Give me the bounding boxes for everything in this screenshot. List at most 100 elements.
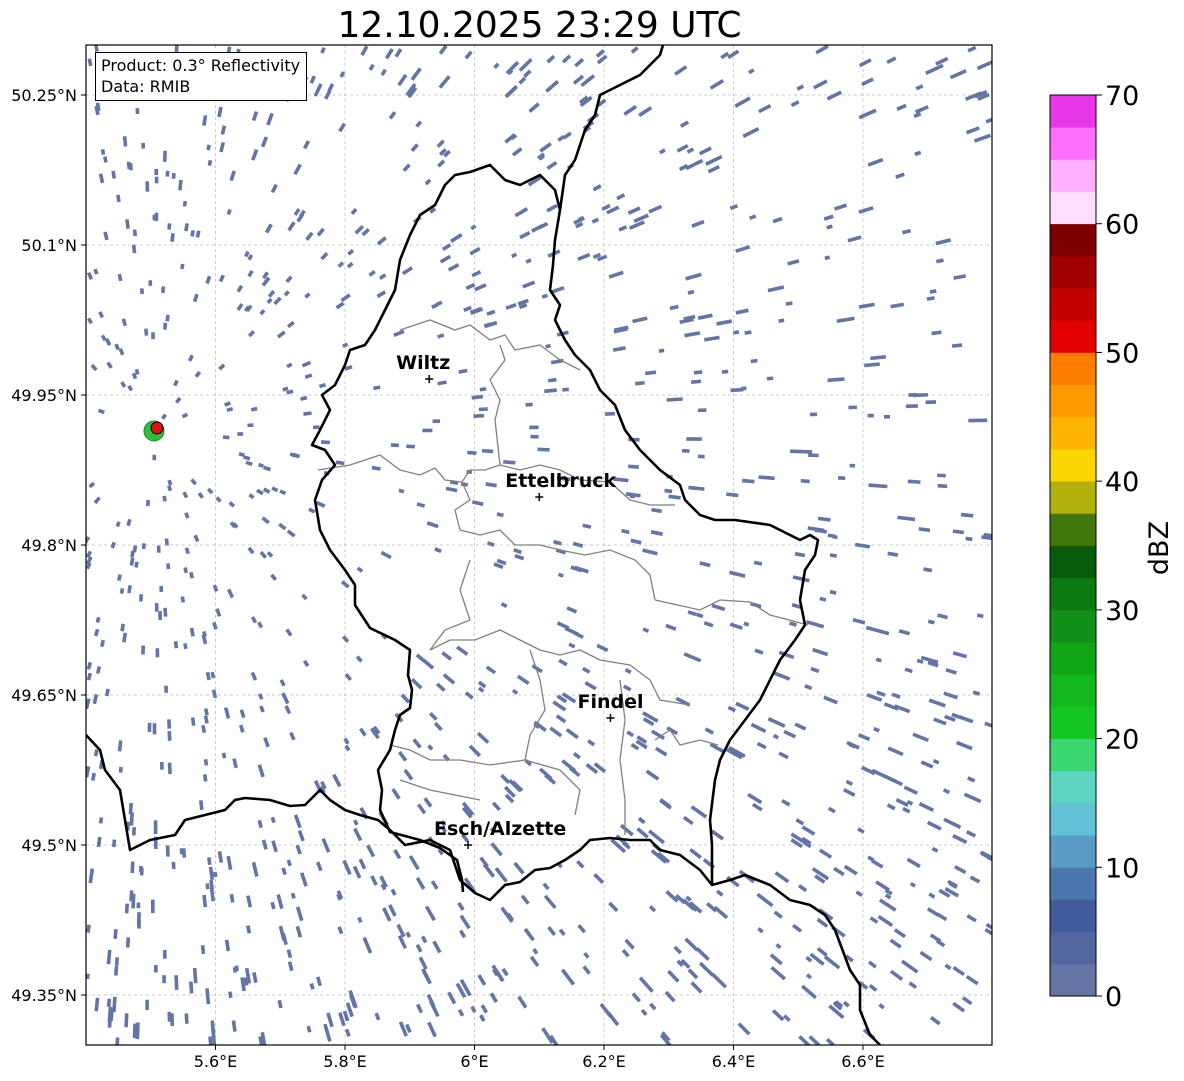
echo-cell bbox=[543, 894, 557, 909]
echo-cell bbox=[669, 304, 679, 311]
echo-cell bbox=[890, 302, 905, 309]
colorbar-segment bbox=[1050, 352, 1096, 386]
echo-cell bbox=[525, 402, 533, 407]
echo-cell bbox=[439, 254, 452, 264]
echo-cell bbox=[826, 90, 843, 101]
echo-cell bbox=[858, 108, 877, 120]
echo-cell bbox=[638, 106, 653, 118]
echo-cell bbox=[162, 322, 168, 330]
echo-cell bbox=[561, 54, 572, 64]
echo-cell bbox=[642, 627, 650, 633]
echo-cell bbox=[210, 671, 216, 679]
echo-cell bbox=[852, 617, 866, 625]
echo-cell bbox=[818, 848, 833, 859]
echo-cell bbox=[208, 866, 215, 880]
echo-cell bbox=[95, 666, 102, 674]
echo-cell bbox=[442, 673, 456, 685]
echo-cell bbox=[705, 154, 723, 166]
colorbar-tick-label: 40 bbox=[1105, 467, 1139, 498]
echo-cell bbox=[898, 629, 911, 636]
echo-cell bbox=[699, 561, 711, 568]
echo-cell bbox=[219, 141, 226, 153]
echo-cell bbox=[470, 307, 484, 315]
city-plus-icon bbox=[535, 493, 544, 501]
echo-cell bbox=[432, 419, 441, 424]
echo-cell bbox=[125, 219, 130, 229]
echo-cell bbox=[896, 103, 907, 111]
echo-cell bbox=[876, 690, 886, 697]
echo-cell bbox=[263, 465, 271, 472]
echo-cell bbox=[355, 655, 363, 663]
echo-cell bbox=[842, 1000, 850, 1008]
echo-cell bbox=[297, 830, 305, 842]
echo-cell bbox=[320, 46, 326, 54]
echo-cell bbox=[568, 642, 576, 649]
echo-cell bbox=[267, 290, 276, 298]
echo-cell bbox=[769, 953, 783, 966]
echo-cell bbox=[182, 200, 188, 207]
echo-cell bbox=[368, 63, 375, 71]
echo-cell bbox=[376, 236, 387, 246]
echo-cell bbox=[190, 717, 196, 726]
echo-cell bbox=[228, 991, 233, 999]
echo-cell bbox=[747, 68, 755, 75]
city-label: Findel bbox=[577, 691, 643, 713]
echo-cell bbox=[695, 612, 704, 619]
echo-cell bbox=[287, 961, 294, 972]
echo-cell bbox=[478, 407, 488, 412]
data-source-text: Data: RMIB bbox=[101, 77, 191, 96]
colorbar-segment bbox=[1050, 95, 1096, 128]
echo-cell bbox=[476, 731, 490, 744]
echo-cell bbox=[135, 108, 140, 115]
echo-cell bbox=[679, 120, 690, 128]
echo-cell bbox=[847, 235, 862, 243]
echo-cell bbox=[426, 521, 439, 529]
echo-cell bbox=[771, 1009, 785, 1022]
echo-cell bbox=[127, 385, 134, 392]
echo-cell bbox=[858, 58, 872, 68]
echo-cell bbox=[247, 423, 254, 428]
echo-cell bbox=[93, 496, 101, 505]
echo-cell bbox=[555, 714, 567, 724]
echo-cell bbox=[528, 102, 540, 113]
echo-cell bbox=[687, 610, 697, 617]
echo-cell bbox=[98, 817, 104, 824]
echo-cell bbox=[774, 871, 790, 884]
echo-cell bbox=[144, 328, 149, 336]
echo-cell bbox=[868, 983, 878, 992]
echo-cell bbox=[966, 914, 977, 923]
colorbar-segment bbox=[1050, 963, 1096, 997]
echo-cell bbox=[134, 561, 139, 568]
echo-cell bbox=[250, 616, 258, 624]
echo-cell bbox=[778, 751, 789, 760]
echo-cell bbox=[117, 273, 123, 282]
echo-cell bbox=[335, 301, 345, 310]
echo-cell bbox=[833, 203, 848, 211]
echo-cell bbox=[302, 140, 311, 150]
echo-cell bbox=[795, 818, 805, 826]
echo-cell bbox=[405, 931, 412, 938]
echo-cell bbox=[415, 120, 423, 128]
echo-cell bbox=[907, 479, 921, 484]
echo-cell bbox=[648, 204, 663, 214]
echo-cell bbox=[132, 229, 138, 237]
echo-cell bbox=[86, 924, 91, 933]
echo-cell bbox=[308, 507, 316, 514]
colorbar-segment bbox=[1050, 577, 1096, 611]
echo-cell bbox=[519, 230, 531, 240]
echo-cell bbox=[558, 658, 568, 667]
echo-cell bbox=[236, 284, 244, 293]
echo-cell bbox=[350, 207, 358, 216]
echo-cell bbox=[156, 545, 161, 553]
echo-cell bbox=[754, 648, 764, 655]
echo-cell bbox=[772, 733, 779, 740]
echo-cell bbox=[301, 593, 308, 601]
echo-cell bbox=[277, 999, 283, 1009]
echo-cell bbox=[279, 679, 286, 687]
echo-cell bbox=[215, 608, 222, 617]
echo-cell bbox=[798, 884, 808, 893]
echo-cell bbox=[547, 926, 557, 936]
echo-cell bbox=[165, 170, 170, 177]
colorbar-segment bbox=[1050, 159, 1096, 192]
echo-cell bbox=[441, 243, 452, 251]
